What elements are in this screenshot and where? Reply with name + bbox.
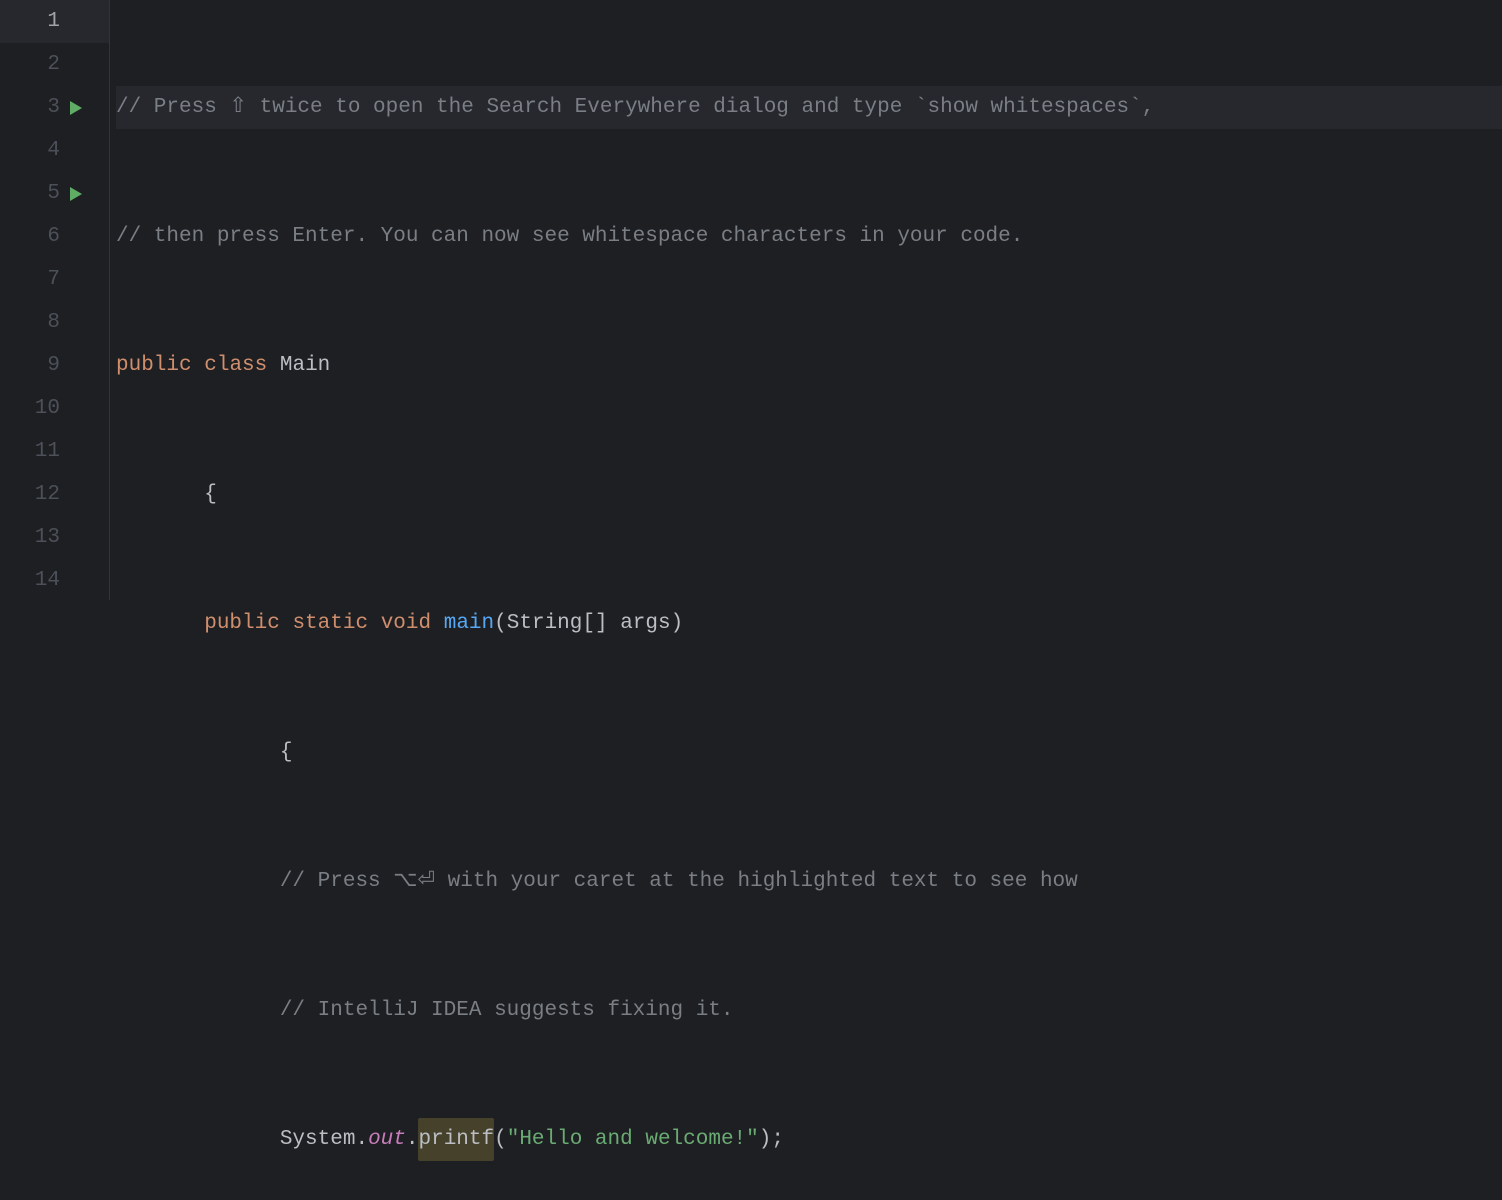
type: String xyxy=(507,602,583,645)
code-line: public class Main xyxy=(116,344,1502,387)
line-number: 3 xyxy=(0,86,60,129)
gutter-row[interactable]: 3 xyxy=(0,86,109,129)
keyword: public xyxy=(204,602,280,645)
line-number: 6 xyxy=(0,215,60,258)
line-number: 11 xyxy=(0,430,60,473)
comment: // Press ⇧ twice to open the Search Ever… xyxy=(116,86,1154,129)
code-line: // IntelliJ IDEA suggests fixing it. xyxy=(116,989,1502,1032)
code-line: public static void main(String[] args) xyxy=(116,602,1502,645)
code-editor: 1 2 3 4 5 6 7 8 9 10 11 xyxy=(0,0,1502,600)
gutter-row[interactable]: 8 xyxy=(0,301,109,344)
keyword: void xyxy=(381,602,431,645)
comment: // IntelliJ IDEA suggests fixing it. xyxy=(280,989,734,1032)
gutter-row[interactable]: 7 xyxy=(0,258,109,301)
gutter: 1 2 3 4 5 6 7 8 9 10 11 xyxy=(0,0,110,600)
gutter-row[interactable]: 11 xyxy=(0,430,109,473)
gutter-row[interactable]: 13 xyxy=(0,516,109,559)
code-line: System.out.printf("Hello and welcome!"); xyxy=(116,1118,1502,1161)
brackets: [] xyxy=(582,602,620,645)
class-name: Main xyxy=(280,344,330,387)
method-call-highlighted: printf xyxy=(418,1118,494,1161)
gutter-row[interactable]: 2 xyxy=(0,43,109,86)
gutter-row[interactable]: 12 xyxy=(0,473,109,516)
run-icon[interactable] xyxy=(70,186,86,202)
line-number: 1 xyxy=(0,0,60,43)
gutter-row[interactable]: 6 xyxy=(0,215,109,258)
line-number: 2 xyxy=(0,43,60,86)
code-line: { xyxy=(116,473,1502,516)
brace: { xyxy=(280,731,293,774)
line-number: 7 xyxy=(0,258,60,301)
keyword: static xyxy=(292,602,368,645)
paren: ) xyxy=(671,602,684,645)
keyword: public xyxy=(116,344,192,387)
identifier: System xyxy=(280,1118,356,1161)
code-area[interactable]: // Press ⇧ twice to open the Search Ever… xyxy=(110,0,1502,600)
gutter-row[interactable]: 14 xyxy=(0,559,109,602)
line-number: 10 xyxy=(0,387,60,430)
gutter-row[interactable]: 4 xyxy=(0,129,109,172)
line-number: 14 xyxy=(0,559,60,602)
field: out xyxy=(368,1118,406,1161)
run-icon[interactable] xyxy=(70,100,86,116)
line-number: 12 xyxy=(0,473,60,516)
comment: // then press Enter. You can now see whi… xyxy=(116,215,1023,258)
paren: ( xyxy=(494,602,507,645)
line-number: 5 xyxy=(0,172,60,215)
line-number: 13 xyxy=(0,516,60,559)
line-number: 4 xyxy=(0,129,60,172)
code-line: // Press ⇧ twice to open the Search Ever… xyxy=(116,86,1502,129)
brace: { xyxy=(204,473,217,516)
gutter-row[interactable]: 1 xyxy=(0,0,109,43)
keyword: class xyxy=(204,344,267,387)
code-line: { xyxy=(116,731,1502,774)
gutter-row[interactable]: 10 xyxy=(0,387,109,430)
gutter-row[interactable]: 9 xyxy=(0,344,109,387)
arg: args xyxy=(620,602,670,645)
gutter-row[interactable]: 5 xyxy=(0,172,109,215)
method-name: main xyxy=(444,602,494,645)
string-literal: "Hello and welcome!" xyxy=(507,1118,759,1161)
line-number: 9 xyxy=(0,344,60,387)
code-line: // then press Enter. You can now see whi… xyxy=(116,215,1502,258)
line-number: 8 xyxy=(0,301,60,344)
comment: // Press ⌥⏎ with your caret at the highl… xyxy=(280,860,1078,903)
code-line: // Press ⌥⏎ with your caret at the highl… xyxy=(116,860,1502,903)
